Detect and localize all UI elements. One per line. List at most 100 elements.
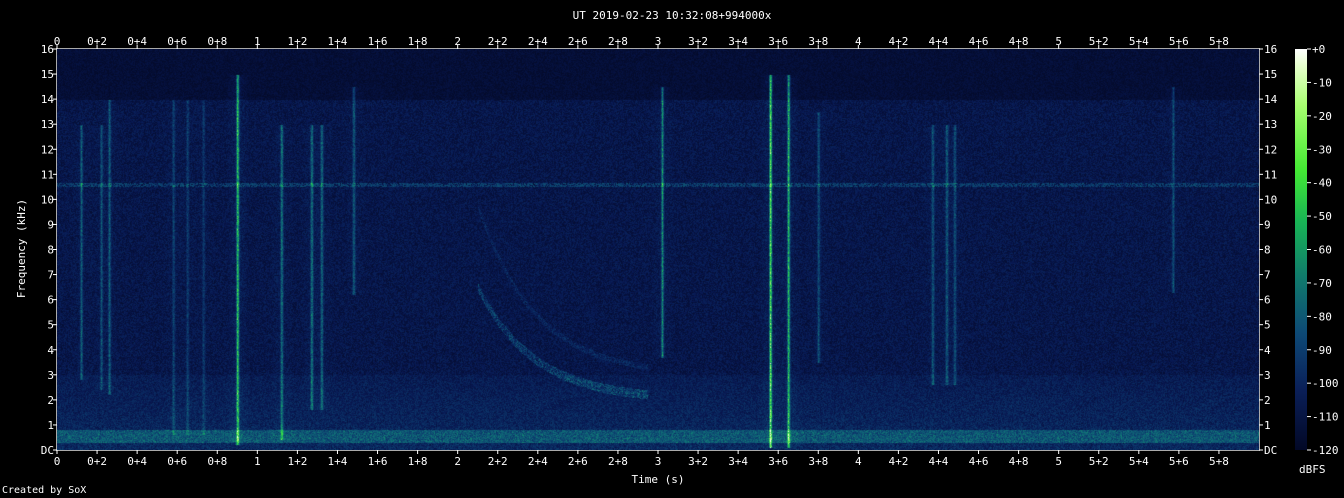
- y-tick-label-left: 7: [47, 269, 54, 282]
- y-tick-label-left: 13: [41, 118, 54, 131]
- x-tick-label-bottom: 0+4: [127, 455, 147, 468]
- x-tick-label-bottom: 5+4: [1129, 455, 1149, 468]
- y-tick-label-left: 11: [41, 168, 54, 181]
- x-tick-label-top: 3: [655, 35, 662, 48]
- x-tick-label-bottom: 1+6: [368, 455, 388, 468]
- y-tick-label-right: 2: [1264, 394, 1271, 407]
- y-tick-label-left: 15: [41, 68, 54, 81]
- y-tick-label-right: 5: [1264, 319, 1271, 332]
- y-tick-label-left: 16: [41, 43, 54, 56]
- x-tick-label-top: 4+4: [929, 35, 949, 48]
- x-tick-label-top: 5+6: [1169, 35, 1189, 48]
- credit-text: Created by SoX: [2, 485, 87, 496]
- y-tick-label-right: 12: [1264, 143, 1277, 156]
- x-tick-label-top: 1+6: [368, 35, 388, 48]
- colorbar-tick-label: -70: [1312, 277, 1332, 290]
- x-tick-label-bottom: 1+4: [328, 455, 348, 468]
- y-tick-label-left: 9: [47, 218, 54, 231]
- x-tick-label-bottom: 2+4: [528, 455, 548, 468]
- x-tick-label-top: 0: [54, 35, 61, 48]
- y-tick-label-right: 13: [1264, 118, 1277, 131]
- y-tick-label-left: 3: [47, 369, 54, 382]
- x-tick-label-top: 5: [1055, 35, 1062, 48]
- y-tick-label-right: 16: [1264, 43, 1277, 56]
- y-tick-label-right: 6: [1264, 294, 1271, 307]
- x-tick-label-bottom: 2+6: [568, 455, 588, 468]
- x-tick-label-bottom: 5: [1055, 455, 1062, 468]
- x-tick-label-bottom: 2+8: [608, 455, 628, 468]
- x-tick-label-top: 2+2: [488, 35, 508, 48]
- y-tick-label-left: 12: [41, 143, 54, 156]
- y-tick-label-right: 15: [1264, 68, 1277, 81]
- colorbar-tick-label: -10: [1312, 76, 1332, 89]
- x-tick-label-bottom: 0: [54, 455, 61, 468]
- x-tick-label-top: 4: [855, 35, 862, 48]
- x-tick-label-bottom: 5+8: [1209, 455, 1229, 468]
- x-tick-label-top: 0+8: [207, 35, 227, 48]
- x-tick-label-bottom: 2+2: [488, 455, 508, 468]
- colorbar-tick-label: +0: [1312, 43, 1325, 56]
- y-tick-label-left: 2: [47, 394, 54, 407]
- x-tick-label-bottom: 4+6: [969, 455, 989, 468]
- x-tick-label-top: 0+6: [167, 35, 187, 48]
- y-tick-label-right: 1: [1264, 419, 1271, 432]
- x-tick-label-bottom: 1+2: [287, 455, 307, 468]
- y-tick-label-right: 9: [1264, 218, 1271, 231]
- y-tick-label-left: 8: [47, 244, 54, 257]
- x-tick-label-top: 1: [254, 35, 261, 48]
- y-tick-label-left: 10: [41, 193, 54, 206]
- colorbar: [1295, 49, 1307, 450]
- y-tick-label-right: 7: [1264, 269, 1271, 282]
- x-tick-label-top: 2+8: [608, 35, 628, 48]
- x-tick-label-top: 2+4: [528, 35, 548, 48]
- colorbar-label: dBFS: [1299, 463, 1326, 476]
- colorbar-tick-label: -100: [1312, 377, 1339, 390]
- y-tick-label-left: 5: [47, 319, 54, 332]
- colorbar-tick-label: -50: [1312, 210, 1332, 223]
- colorbar-tick-label: -90: [1312, 344, 1332, 357]
- colorbar-tick-label: -30: [1312, 143, 1332, 156]
- x-tick-label-top: 3+6: [768, 35, 788, 48]
- x-tick-label-top: 1+2: [287, 35, 307, 48]
- colorbar-tick-label: -120: [1312, 444, 1339, 457]
- y-tick-label-left: 6: [47, 294, 54, 307]
- y-axis-label: Frequency (kHz): [15, 198, 29, 299]
- y-tick-label-right: 11: [1264, 168, 1277, 181]
- colorbar-tick-label: -110: [1312, 411, 1339, 424]
- y-tick-label-right: 14: [1264, 93, 1278, 106]
- x-tick-label-bottom: 1: [254, 455, 261, 468]
- x-tick-label-top: 5+4: [1129, 35, 1149, 48]
- x-tick-label-top: 3+4: [728, 35, 748, 48]
- colorbar-tick-label: -80: [1312, 310, 1332, 323]
- colorbar-tick-label: -40: [1312, 177, 1332, 190]
- y-tick-label-right: 8: [1264, 244, 1271, 257]
- x-tick-label-top: 3+8: [808, 35, 828, 48]
- x-tick-label-top: 5+2: [1089, 35, 1109, 48]
- x-tick-label-bottom: 5+2: [1089, 455, 1109, 468]
- x-tick-label-bottom: 3+6: [768, 455, 788, 468]
- x-tick-label-top: 2+6: [568, 35, 588, 48]
- x-tick-label-top: 0+2: [87, 35, 107, 48]
- y-tick-label-left: 14: [41, 93, 55, 106]
- y-tick-label-left: DC: [41, 444, 54, 457]
- x-tick-label-top: 4+8: [1009, 35, 1029, 48]
- x-tick-label-bottom: 1+8: [408, 455, 428, 468]
- y-tick-label-right: 4: [1264, 344, 1271, 357]
- y-tick-label-left: 4: [47, 344, 54, 357]
- colorbar-tick-label: -20: [1312, 110, 1332, 123]
- x-axis-label: Time (s): [631, 473, 685, 486]
- chart-axes: 000+20+20+40+40+60+60+80+8111+21+21+41+4…: [41, 35, 1339, 468]
- x-tick-label-top: 3+2: [688, 35, 708, 48]
- x-tick-label-top: 0+4: [127, 35, 147, 48]
- y-tick-label-right: 3: [1264, 369, 1271, 382]
- x-tick-label-top: 2: [454, 35, 461, 48]
- x-tick-label-bottom: 3+8: [808, 455, 828, 468]
- x-tick-label-top: 1+8: [408, 35, 428, 48]
- x-tick-label-bottom: 4+2: [888, 455, 908, 468]
- x-tick-label-bottom: 3+2: [688, 455, 708, 468]
- x-tick-label-bottom: 3: [655, 455, 662, 468]
- x-tick-label-bottom: 4+4: [929, 455, 949, 468]
- x-tick-label-top: 5+8: [1209, 35, 1229, 48]
- x-tick-label-bottom: 0+8: [207, 455, 227, 468]
- x-tick-label-top: 4+6: [969, 35, 989, 48]
